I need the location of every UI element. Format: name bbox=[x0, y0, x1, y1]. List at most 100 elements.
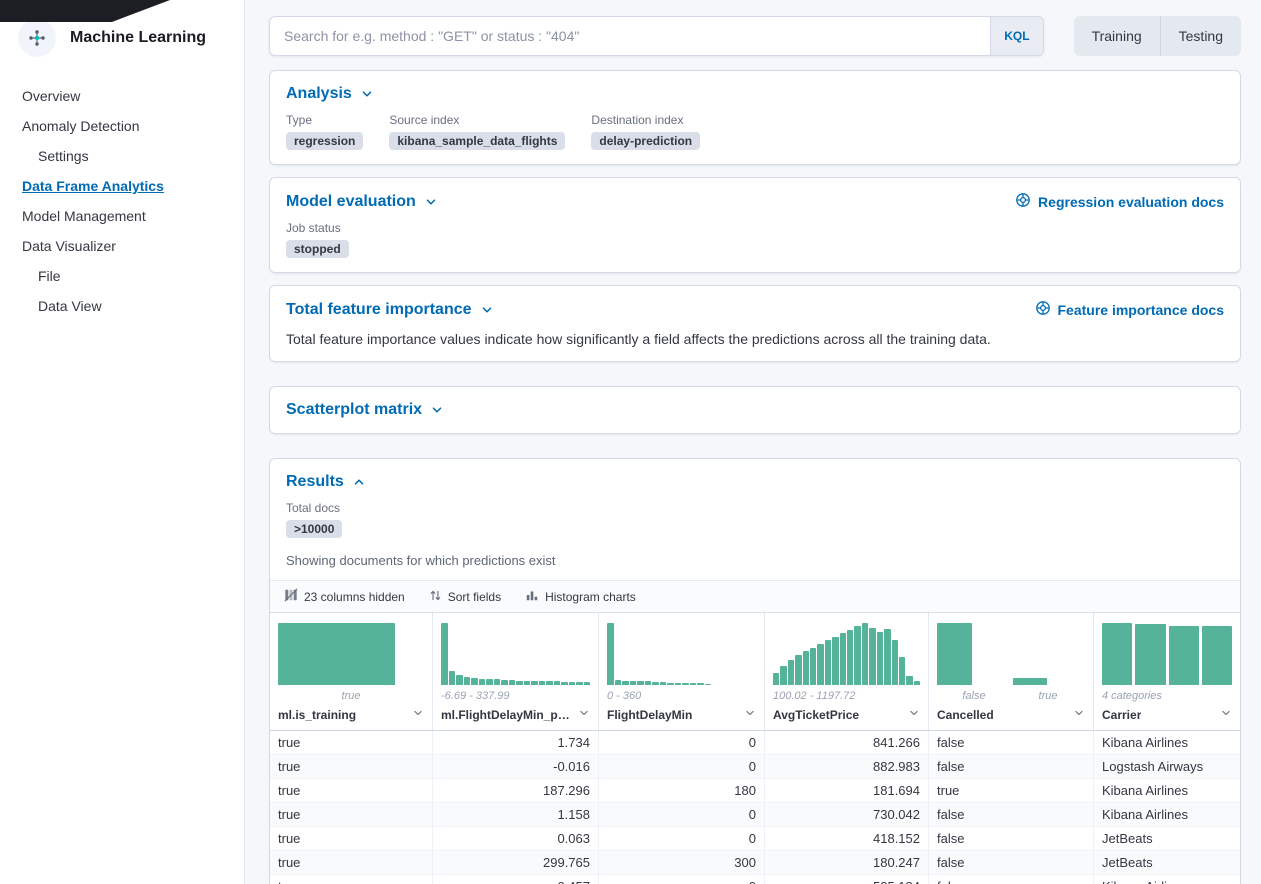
sidebar-item-data-view[interactable]: Data View bbox=[22, 291, 234, 321]
columns-hidden-button[interactable]: 23 columns hidden bbox=[284, 588, 405, 605]
histogram-bar bbox=[645, 681, 652, 685]
scatterplot-matrix-panel: Scatterplot matrix bbox=[269, 386, 1241, 434]
histogram-bar bbox=[539, 681, 546, 685]
histogram-bar bbox=[456, 675, 463, 685]
column-header-AvgTicketPrice[interactable]: 100.02 - 1197.72AvgTicketPrice bbox=[765, 613, 929, 730]
table-cell: 180 bbox=[599, 779, 765, 802]
table-cell: false bbox=[929, 875, 1094, 884]
column-name: FlightDelayMin bbox=[607, 704, 756, 730]
sidebar-item-model-management[interactable]: Model Management bbox=[22, 201, 234, 231]
column-histogram bbox=[441, 623, 590, 685]
sidebar-item-data-visualizer[interactable]: Data Visualizer bbox=[22, 231, 234, 261]
feature-importance-accordion-toggle[interactable]: Total feature importance bbox=[286, 301, 494, 319]
sidebar-item-overview[interactable]: Overview bbox=[22, 81, 234, 111]
table-cell: 585.184 bbox=[765, 875, 929, 884]
histogram-bar bbox=[877, 632, 883, 685]
histogram-bar bbox=[516, 681, 523, 685]
toolbar-label: Sort fields bbox=[448, 590, 501, 604]
column-histogram bbox=[1102, 623, 1232, 685]
table-cell: 882.983 bbox=[765, 755, 929, 778]
panel-title-text: Model evaluation bbox=[286, 193, 416, 211]
table-cell: 730.042 bbox=[765, 803, 929, 826]
feature-importance-panel: Total feature importance Feature importa… bbox=[269, 285, 1241, 362]
column-name-text: ml.FlightDelayMin_pred bbox=[441, 708, 574, 722]
results-grid: 23 columns hidden Sort fields Histogram … bbox=[270, 580, 1240, 884]
analysis-field-destination-index: Destination index delay-prediction bbox=[591, 113, 700, 150]
column-name-text: ml.is_training bbox=[278, 708, 356, 722]
results-accordion-toggle[interactable]: Results bbox=[286, 473, 366, 491]
table-row: true1.1580730.042falseKibana Airlines bbox=[270, 803, 1240, 827]
histogram-bar bbox=[622, 681, 629, 685]
sidebar-item-data-frame-analytics[interactable]: Data Frame Analytics bbox=[22, 171, 234, 201]
grid-header: trueml.is_training -6.69 - 337.99 ml.Fligh… bbox=[270, 613, 1240, 731]
histogram-bar bbox=[449, 671, 456, 685]
field-label: Destination index bbox=[591, 113, 700, 127]
table-cell: false bbox=[929, 851, 1094, 874]
table-cell: 0 bbox=[599, 803, 765, 826]
table-cell: true bbox=[270, 755, 433, 778]
histogram-bar bbox=[569, 682, 576, 685]
histogram-bar bbox=[1169, 626, 1199, 685]
table-cell: 187.296 bbox=[433, 779, 599, 802]
chevron-down-icon[interactable] bbox=[908, 707, 920, 722]
job-status-badge: stopped bbox=[286, 240, 349, 258]
analysis-field-type: Type regression bbox=[286, 113, 363, 150]
chevron-down-icon[interactable] bbox=[1073, 707, 1085, 722]
toolbar-label: Histogram charts bbox=[545, 590, 636, 604]
field-label: Job status bbox=[286, 221, 1224, 235]
column-header-ml.is_training[interactable]: trueml.is_training bbox=[270, 613, 433, 730]
histogram-bar bbox=[1135, 624, 1165, 685]
column-header-Carrier[interactable]: 4 categoriesCarrier bbox=[1094, 613, 1240, 730]
histogram-bar bbox=[803, 651, 809, 685]
chevron-down-icon[interactable] bbox=[744, 707, 756, 722]
testing-button[interactable]: Testing bbox=[1160, 16, 1241, 56]
table-cell: false bbox=[929, 803, 1094, 826]
table-row: true0.0630418.152falseJetBeats bbox=[270, 827, 1240, 851]
sidebar-item-anomaly-detection[interactable]: Anomaly Detection bbox=[22, 111, 234, 141]
sort-fields-button[interactable]: Sort fields bbox=[429, 589, 501, 605]
sidebar-item-settings[interactable]: Settings bbox=[22, 141, 234, 171]
histogram-bar bbox=[441, 623, 448, 685]
table-cell: Kibana Airlines bbox=[1094, 731, 1240, 754]
chevron-down-icon[interactable] bbox=[412, 707, 424, 722]
table-cell: 0.063 bbox=[433, 827, 599, 850]
column-name: Carrier bbox=[1102, 704, 1232, 730]
analysis-accordion-toggle[interactable]: Analysis bbox=[286, 85, 374, 103]
analysis-field-source-index: Source index kibana_sample_data_flights bbox=[389, 113, 565, 150]
chevron-down-icon[interactable] bbox=[578, 707, 590, 722]
hidden-columns-icon bbox=[284, 588, 298, 605]
chevron-down-icon bbox=[430, 403, 444, 417]
histogram-bar bbox=[615, 680, 622, 685]
column-name-text: FlightDelayMin bbox=[607, 708, 692, 722]
model-evaluation-accordion-toggle[interactable]: Model evaluation bbox=[286, 193, 438, 211]
table-cell: true bbox=[270, 731, 433, 754]
table-cell: Kibana Airlines bbox=[1094, 779, 1240, 802]
column-header-FlightDelayMin[interactable]: 0 - 360FlightDelayMin bbox=[599, 613, 765, 730]
column-range-label: -6.69 - 337.99 bbox=[441, 690, 590, 704]
panel-title-text: Total feature importance bbox=[286, 301, 472, 319]
chevron-down-icon[interactable] bbox=[1220, 707, 1232, 722]
column-name: ml.is_training bbox=[278, 704, 424, 730]
search-input[interactable] bbox=[270, 17, 1043, 55]
training-button[interactable]: Training bbox=[1074, 16, 1160, 56]
analysis-panel: Analysis Type regression Source index ki… bbox=[269, 70, 1241, 165]
column-range-label: falsetrue bbox=[937, 690, 1085, 704]
table-cell: 299.765 bbox=[433, 851, 599, 874]
table-cell: 841.266 bbox=[765, 731, 929, 754]
toolbar-label: 23 columns hidden bbox=[304, 590, 405, 604]
column-header-ml.FlightDelayMin_pred[interactable]: -6.69 - 337.99 ml.FlightDelayMin_pred bbox=[433, 613, 599, 730]
histogram-bar bbox=[660, 682, 667, 685]
histogram-charts-button[interactable]: Histogram charts bbox=[525, 588, 636, 605]
feature-importance-docs-link[interactable]: Feature importance docs bbox=[1035, 300, 1225, 319]
regression-evaluation-docs-link[interactable]: Regression evaluation docs bbox=[1015, 192, 1224, 211]
histogram-bar bbox=[682, 683, 689, 685]
source-index-badge: kibana_sample_data_flights bbox=[389, 132, 565, 150]
kql-button[interactable]: KQL bbox=[990, 17, 1042, 55]
scatterplot-accordion-toggle[interactable]: Scatterplot matrix bbox=[286, 401, 444, 419]
histogram-bar bbox=[509, 680, 516, 685]
column-header-Cancelled[interactable]: falsetrueCancelled bbox=[929, 613, 1094, 730]
histogram-bar bbox=[810, 648, 816, 685]
column-name-text: Carrier bbox=[1102, 708, 1141, 722]
sidebar-item-file[interactable]: File bbox=[22, 261, 234, 291]
panel-title-text: Scatterplot matrix bbox=[286, 401, 422, 419]
